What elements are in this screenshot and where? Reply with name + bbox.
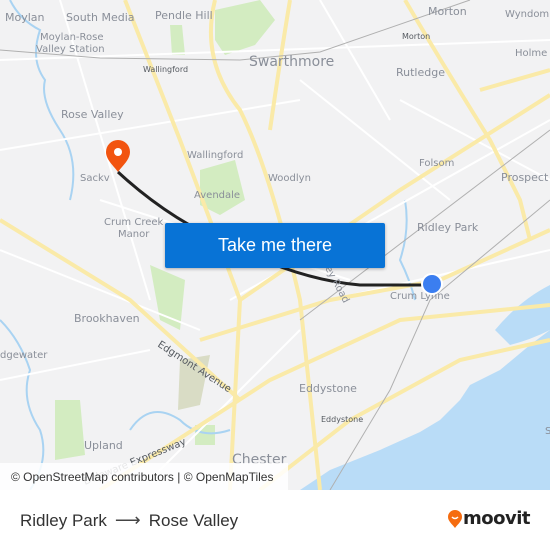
- map-label-crum-creek: Crum Creek: [104, 217, 164, 228]
- park-area: [170, 25, 185, 55]
- map-label-holmes: Holme: [515, 48, 547, 59]
- map-label-crum-lynne: Crum Lynne: [390, 291, 450, 302]
- map-label-brookhaven: Brookhaven: [74, 312, 140, 325]
- footer: Ridley Park ⟶ Rose Valley moovit: [0, 490, 550, 550]
- map-label-edgewater: dgewater: [0, 350, 48, 361]
- map-label-crum-creek-manor: Manor: [118, 229, 150, 240]
- map-label-eddystone: Eddystone: [299, 382, 357, 395]
- moovit-wordmark: moovit: [463, 508, 531, 529]
- arrow-right-icon: ⟶: [114, 510, 141, 530]
- moovit-logo: moovit: [447, 508, 531, 529]
- map-label-pendle-hill: Pendle Hill: [155, 9, 213, 22]
- map-label-wallingford: Wallingford: [187, 150, 243, 161]
- map-label-eddystone-station: Eddystone: [321, 415, 363, 424]
- route-origin: Ridley Park: [20, 510, 107, 530]
- river-water-upper: [495, 285, 550, 345]
- map-attribution[interactable]: © OpenStreetMap contributors | © OpenMap…: [0, 463, 288, 490]
- map-label-wyndmoor: Wyndom: [505, 9, 549, 20]
- map-label-folsom: Folsom: [419, 158, 454, 169]
- origin-dot-icon[interactable]: [421, 273, 443, 295]
- map-label-swarthmore: Swarthmore: [249, 54, 334, 70]
- route-destination: Rose Valley: [148, 510, 239, 530]
- route-title: Ridley Park ⟶ Rose Valley: [20, 510, 238, 531]
- river-water: [300, 330, 550, 490]
- map[interactable]: Moylan South Media Pendle Hill Moylan-Ro…: [0, 0, 550, 490]
- map-label-moylan-rose-station: Valley Station: [36, 44, 105, 55]
- park-area: [215, 0, 275, 55]
- map-label-ridley-park: Ridley Park: [417, 221, 479, 234]
- map-label-s-edge: S: [545, 426, 550, 437]
- map-label-upland: Upland: [84, 439, 123, 452]
- map-label-sackville: Sackv: [80, 173, 110, 184]
- map-label-woodlyn: Woodlyn: [268, 173, 311, 184]
- map-label-rutledge: Rutledge: [396, 66, 445, 79]
- map-label-morton-station: Morton: [402, 32, 430, 41]
- map-label-wallingford-station: Wallingford: [143, 65, 188, 74]
- map-label-moylan: Moylan: [5, 11, 45, 24]
- park-area: [55, 400, 85, 460]
- take-me-there-button[interactable]: Take me there: [165, 223, 385, 268]
- map-label-south-media: South Media: [66, 11, 135, 24]
- moovit-pin-icon: [448, 509, 462, 528]
- map-label-morton-area: Morton: [428, 5, 467, 18]
- map-label-avendale: Avendale: [194, 190, 240, 201]
- creek: [9, 0, 75, 201]
- map-label-rose-valley: Rose Valley: [61, 108, 124, 121]
- map-label-prospect: Prospect: [501, 171, 549, 184]
- park-area: [150, 265, 185, 330]
- map-label-moylan-rose: Moylan-Rose: [40, 32, 104, 43]
